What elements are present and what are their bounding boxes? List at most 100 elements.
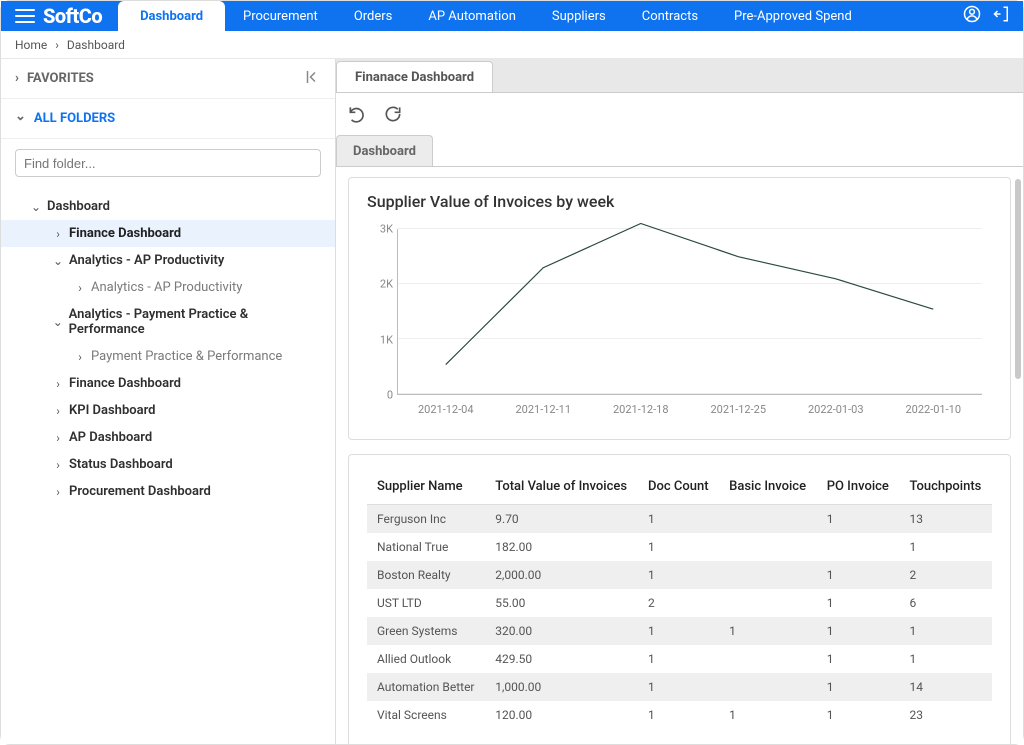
table-row[interactable]: National True182.0011	[367, 533, 992, 561]
y-tick-label: 1K	[367, 333, 393, 346]
table-cell: Vital Screens	[367, 701, 485, 729]
toolbar	[336, 93, 1023, 135]
logout-icon[interactable]	[993, 5, 1011, 27]
table-cell: 1	[817, 673, 900, 701]
nav-tab-procurement[interactable]: Procurement	[225, 1, 336, 31]
undo-icon[interactable]	[346, 103, 368, 125]
table-header[interactable]: Basic Invoice	[719, 469, 817, 505]
x-tick-label: 2021-12-18	[613, 403, 669, 416]
refresh-icon[interactable]	[382, 103, 404, 125]
table-row[interactable]: Green Systems320.001111	[367, 617, 992, 645]
table-cell: 1	[638, 505, 719, 534]
table-cell: 13	[899, 505, 992, 534]
tree-item[interactable]: ⌄Analytics - AP Productivity	[1, 247, 335, 274]
table-header[interactable]: PO Invoice	[817, 469, 900, 505]
table-header-row: Supplier NameTotal Value of InvoicesDoc …	[367, 469, 992, 505]
table-header[interactable]: Supplier Name	[367, 469, 485, 505]
table-cell: Green Systems	[367, 617, 485, 645]
all-folders-section[interactable]: ALL FOLDERS	[1, 99, 335, 139]
chevron-down-icon: ⌄	[29, 200, 43, 214]
table-cell: 1	[899, 533, 992, 561]
nav-tab-suppliers[interactable]: Suppliers	[534, 1, 624, 31]
breadcrumb-home[interactable]: Home	[15, 38, 47, 52]
tree-item-label: Status Dashboard	[69, 457, 173, 472]
table-cell: 1	[638, 617, 719, 645]
table-card: Supplier NameTotal Value of InvoicesDoc …	[348, 454, 1011, 744]
tree-item[interactable]: ›Procurement Dashboard	[1, 478, 335, 505]
find-folder-input[interactable]	[15, 149, 321, 177]
tree-item-label: Payment Practice & Performance	[91, 349, 282, 364]
tree-item[interactable]: ⌄Dashboard	[1, 193, 335, 220]
tree-item[interactable]: ⌄ Analytics - Payment Practice & Performa…	[1, 301, 335, 343]
tree-item-label: Analytics - Payment Practice & Performan…	[69, 307, 321, 337]
nav-tab-dashboard[interactable]: Dashboard	[118, 1, 225, 31]
nav-tab-orders[interactable]: Orders	[336, 1, 411, 31]
tree-item-label: KPI Dashboard	[69, 403, 155, 418]
supplier-table: Supplier NameTotal Value of InvoicesDoc …	[367, 469, 992, 729]
tree-item[interactable]: ›Status Dashboard	[1, 451, 335, 478]
chevron-right-icon: ›	[51, 404, 65, 418]
chart: 2021-12-042021-12-112021-12-182021-12-25…	[367, 221, 992, 421]
table-cell: 1,000.00	[485, 673, 638, 701]
table-cell	[719, 505, 817, 534]
dashboard-subtab[interactable]: Dashboard	[336, 135, 433, 166]
collapse-sidebar-icon[interactable]	[303, 68, 321, 90]
table-row[interactable]: Automation Better1,000.001114	[367, 673, 992, 701]
table-cell: Boston Realty	[367, 561, 485, 589]
tree-item[interactable]: ›AP Dashboard	[1, 424, 335, 451]
chevron-right-icon: ›	[73, 281, 87, 295]
hamburger-icon[interactable]	[11, 1, 39, 31]
table-cell: 2,000.00	[485, 561, 638, 589]
table-cell: 1	[817, 589, 900, 617]
table-header[interactable]: Total Value of Invoices	[485, 469, 638, 505]
table-cell	[719, 589, 817, 617]
chevron-down-icon: ⌄	[51, 315, 65, 329]
tree-item-label: Finance Dashboard	[69, 226, 181, 241]
table-header[interactable]: Doc Count	[638, 469, 719, 505]
table-cell	[719, 533, 817, 561]
nav-tab-ap-automation[interactable]: AP Automation	[410, 1, 534, 31]
table-row[interactable]: Allied Outlook429.50111	[367, 645, 992, 673]
breadcrumb: Home › Dashboard	[1, 31, 1023, 59]
user-icon[interactable]	[963, 5, 981, 27]
table-cell: 14	[899, 673, 992, 701]
table-cell: UST LTD	[367, 589, 485, 617]
nav-tab-pre-approved-spend[interactable]: Pre-Approved Spend	[716, 1, 870, 31]
table-row[interactable]: Ferguson Inc9.701113	[367, 505, 992, 534]
y-tick-label: 0	[367, 389, 393, 402]
table-cell: Automation Better	[367, 673, 485, 701]
chevron-right-icon: ›	[73, 350, 87, 364]
table-cell	[719, 673, 817, 701]
table-row[interactable]: UST LTD55.00216	[367, 589, 992, 617]
table-header[interactable]: Touchpoints	[899, 469, 992, 505]
y-tick-label: 3K	[367, 223, 393, 236]
tree-item-label: Finance Dashboard	[69, 376, 181, 391]
table-cell: Allied Outlook	[367, 645, 485, 673]
nav-tab-contracts[interactable]: Contracts	[624, 1, 716, 31]
favorites-section[interactable]: FAVORITES	[1, 59, 335, 99]
table-row[interactable]: Boston Realty2,000.00112	[367, 561, 992, 589]
table-cell: 1	[638, 701, 719, 729]
table-cell: 1	[638, 533, 719, 561]
tree-item[interactable]: › Payment Practice & Performance	[1, 343, 335, 370]
table-cell: 429.50	[485, 645, 638, 673]
table-cell: 9.70	[485, 505, 638, 534]
table-cell: 1	[817, 617, 900, 645]
folder-tree: ⌄Dashboard›Finance Dashboard⌄Analytics -…	[1, 187, 335, 515]
table-cell	[817, 533, 900, 561]
table-cell: 23	[899, 701, 992, 729]
table-row[interactable]: Vital Screens120.0011123	[367, 701, 992, 729]
table-cell: 1	[719, 701, 817, 729]
tree-item[interactable]: ›Finance Dashboard	[1, 370, 335, 397]
table-cell: 1	[899, 645, 992, 673]
tree-item[interactable]: ›Analytics - AP Productivity	[1, 274, 335, 301]
table-cell: 120.00	[485, 701, 638, 729]
page-tab[interactable]: Finanace Dashboard	[336, 61, 493, 92]
x-tick-label: 2021-12-11	[515, 403, 571, 416]
table-cell: 2	[638, 589, 719, 617]
tree-item[interactable]: ›Finance Dashboard	[1, 220, 335, 247]
tree-item[interactable]: › KPI Dashboard	[1, 397, 335, 424]
table-cell: 1	[638, 561, 719, 589]
dashboard-scroll[interactable]: Supplier Value of Invoices by week 2021-…	[336, 167, 1023, 744]
chevron-right-icon: ›	[55, 38, 59, 52]
